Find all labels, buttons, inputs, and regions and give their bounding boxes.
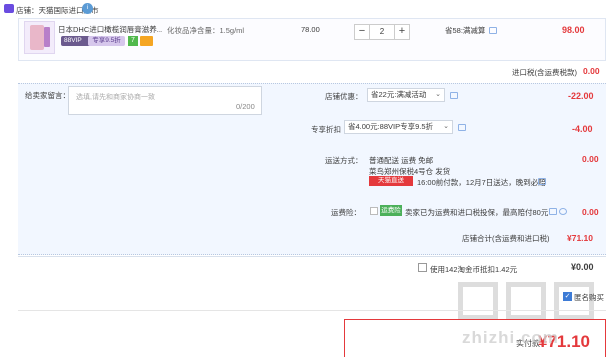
discount-badge: 专享9.5折 <box>88 36 125 46</box>
coin-text[interactable]: 使用142淘金币抵扣1.42元 <box>430 264 517 275</box>
anonymous-label[interactable]: 匿名购买 <box>574 292 604 303</box>
store-discount-select[interactable]: 省22元:满减活动 ⌄ <box>367 88 445 102</box>
product-title[interactable]: 日本DHC进口橄榄润唇膏滋养... <box>58 24 162 35</box>
divider <box>18 310 606 311</box>
info-icon[interactable]: i <box>82 3 93 14</box>
help-icon[interactable] <box>559 208 567 215</box>
promo-text: 省58:满减算 <box>445 26 486 35</box>
insurance-badge: 运费险 <box>380 205 402 216</box>
watermark-glyph <box>506 282 546 320</box>
insurance-label: 运费险： <box>331 208 361 217</box>
watermark-text: zhizhi.com <box>462 328 559 347</box>
chat-icon[interactable] <box>450 92 458 99</box>
seller-message-placeholder: 选填,请先和商家协商一致 <box>76 94 155 101</box>
unit-price: 78.00 <box>301 25 320 34</box>
store-discount-label: 店铺优惠： <box>325 92 363 101</box>
item-total: 98.00 <box>562 25 585 35</box>
seven-day-return-badge: 7 <box>128 36 138 46</box>
tmall-direct-badge: 天猫直送 <box>369 176 413 186</box>
message-char-counter: 0/200 <box>236 102 255 111</box>
coin-checkbox[interactable] <box>418 263 427 272</box>
shipping-label: 运送方式： <box>325 156 363 165</box>
chat-icon[interactable] <box>549 208 557 215</box>
quantity-input[interactable]: 2 <box>370 24 394 40</box>
anonymous-checkbox[interactable]: ✓ <box>563 292 572 301</box>
credit-card-icon <box>140 36 153 46</box>
product-image <box>30 25 44 50</box>
store-total-label: 店铺合计(含运费和进口税) <box>462 234 550 243</box>
import-tax-value: 0.00 <box>583 66 600 76</box>
insurance-text: 卖家已为运费和进口税投保，最高赔付80元 <box>405 208 549 217</box>
store-discount-selected: 省22元:满减活动 <box>371 90 427 99</box>
shipping-value: 0.00 <box>582 154 599 164</box>
vip-discount-value: -4.00 <box>572 124 593 134</box>
insurance-checkbox[interactable] <box>370 207 378 215</box>
vip-discount-select[interactable]: 省4.00元:88VIP专享9.5折 ⌄ <box>344 120 453 134</box>
message-label: 给卖家留言： <box>25 91 70 100</box>
store-discount-value: -22.00 <box>568 91 594 101</box>
chevron-down-icon: ⌄ <box>435 91 441 98</box>
chat-icon[interactable] <box>489 27 497 34</box>
shipping-method: 普通配送 运费 免邮 <box>369 156 434 165</box>
insurance-value: 0.00 <box>582 207 599 217</box>
chat-icon[interactable] <box>458 124 466 131</box>
quantity-decrease-button[interactable]: − <box>354 24 370 40</box>
import-tax-label: 进口税(含运费税款) <box>512 68 577 77</box>
delivery-estimate: 16:00前付款，12月7日送达，晚到必赔 <box>417 178 546 187</box>
quantity-increase-button[interactable]: + <box>394 24 410 40</box>
coin-value: ¥0.00 <box>571 262 594 272</box>
shop-icon <box>4 4 14 13</box>
product-spec: 化妆品净含量：1.5g/ml <box>167 26 245 35</box>
vip-discount-label: 专享折扣 <box>311 125 341 134</box>
store-total-value: ¥71.10 <box>567 233 593 243</box>
product-image-cap <box>44 27 50 47</box>
vip-discount-selected: 省4.00元:88VIP专享9.5折 <box>348 122 434 131</box>
divider <box>18 256 606 257</box>
chat-icon[interactable] <box>538 178 546 185</box>
chevron-down-icon: ⌄ <box>443 123 449 130</box>
watermark-glyph <box>458 282 498 320</box>
